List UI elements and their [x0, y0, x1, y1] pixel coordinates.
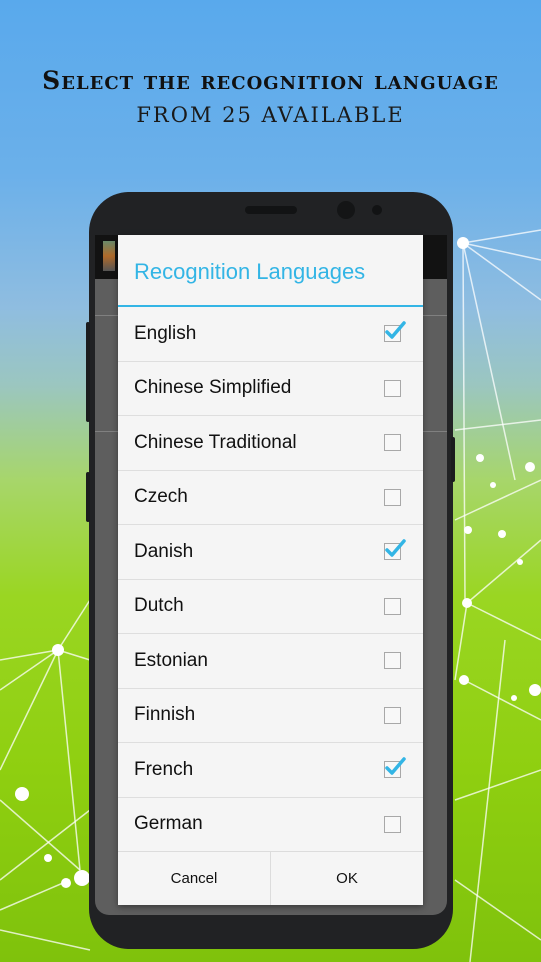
language-list[interactable]: English Chinese Simplified Chinese Traditi… — [118, 307, 423, 850]
ok-button[interactable]: OK — [270, 852, 423, 905]
checkbox-unchecked[interactable] — [384, 488, 401, 506]
language-label: English — [134, 322, 197, 344]
language-row[interactable]: French — [118, 743, 423, 798]
phone-side-button — [86, 472, 90, 522]
dialog-button-bar: Cancel OK — [118, 851, 423, 905]
language-label: Dutch — [134, 595, 184, 617]
language-label: Danish — [134, 540, 194, 562]
language-row[interactable]: Chinese Traditional — [118, 416, 423, 471]
language-label: French — [134, 758, 194, 780]
language-row[interactable]: English — [118, 307, 423, 362]
checkbox-unchecked[interactable] — [384, 597, 401, 615]
phone-speaker — [245, 206, 297, 214]
checkbox-checked[interactable] — [384, 757, 406, 779]
cancel-button[interactable]: Cancel — [118, 852, 270, 905]
checkbox-unchecked[interactable] — [384, 652, 401, 670]
phone-camera — [337, 201, 355, 219]
language-label: Finnish — [134, 704, 196, 726]
language-row[interactable]: Czech — [118, 471, 423, 525]
promo-subline: from 25 available — [136, 103, 405, 127]
checkbox-unchecked[interactable] — [384, 379, 401, 397]
checkbox-checked[interactable] — [384, 539, 406, 561]
language-row[interactable]: Chinese Simplified — [118, 362, 423, 416]
checkbox-checked[interactable] — [384, 321, 406, 343]
phone-volume-button — [86, 322, 90, 422]
language-row[interactable]: Finnish — [118, 689, 423, 743]
recognition-languages-dialog: Recognition Languages English Chinese Sim… — [118, 235, 423, 905]
checkmark-icon — [385, 321, 406, 339]
language-label: Czech — [134, 486, 188, 508]
checkbox-unchecked[interactable] — [384, 706, 401, 724]
phone-power-button — [451, 437, 455, 482]
language-label: Estonian — [134, 649, 208, 671]
checkbox-unchecked[interactable] — [384, 815, 401, 833]
language-label: Chinese Traditional — [134, 431, 297, 453]
checkmark-icon — [385, 757, 406, 775]
language-row[interactable]: Estonian — [118, 634, 423, 689]
promo-headline: Select the recognition language — [42, 66, 499, 95]
phone-sensor — [372, 205, 382, 215]
language-row[interactable]: Dutch — [118, 580, 423, 634]
checkmark-icon — [385, 539, 406, 557]
app-icon — [103, 241, 115, 271]
language-label: German — [134, 813, 203, 835]
dialog-title: Recognition Languages — [118, 235, 423, 307]
language-label: Chinese Simplified — [134, 377, 292, 399]
checkbox-unchecked[interactable] — [384, 434, 401, 452]
language-row[interactable]: German — [118, 798, 423, 851]
language-row[interactable]: Danish — [118, 525, 423, 580]
